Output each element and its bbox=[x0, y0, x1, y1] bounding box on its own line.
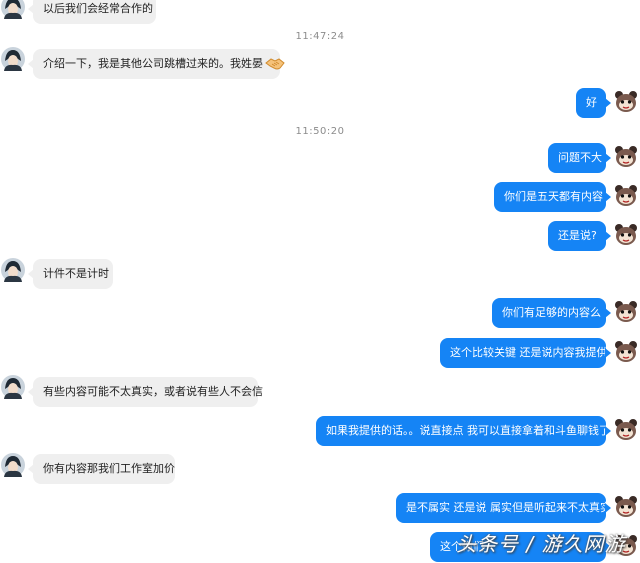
contact-avatar-icon[interactable] bbox=[1, 258, 25, 282]
message-bubble-incoming[interactable]: 你有内容那我们工作室加价 bbox=[28, 454, 175, 484]
user-avatar-icon[interactable] bbox=[614, 145, 638, 169]
message-bubble-outgoing[interactable]: 是不属实 还是说 属实但是听起来不太真实 bbox=[396, 493, 611, 523]
message-bubble-outgoing[interactable]: 好 bbox=[576, 88, 611, 118]
user-avatar-icon[interactable] bbox=[614, 184, 638, 208]
contact-avatar-icon[interactable] bbox=[1, 0, 25, 19]
message-bubble-outgoing[interactable]: 还是说? bbox=[548, 221, 611, 251]
message-bubble-outgoing[interactable]: 如果我提供的话。。说直接点 我可以直接拿着和斗鱼聊钱了 bbox=[316, 416, 611, 446]
user-avatar-icon[interactable] bbox=[614, 340, 638, 364]
contact-avatar-icon[interactable] bbox=[1, 453, 25, 477]
message-text: 好 bbox=[586, 96, 597, 109]
message-text: 是不属实 还是说 属实但是听起来不太真实 bbox=[406, 501, 611, 514]
contact-avatar-icon[interactable] bbox=[1, 375, 25, 399]
timestamp: 11:50:20 bbox=[295, 126, 345, 137]
message-text: 计件不是计时 bbox=[43, 267, 109, 280]
message-bubble-outgoing[interactable]: 你们有足够的内容么 bbox=[492, 298, 611, 328]
message-bubble-incoming[interactable]: 以后我们会经常合作的 bbox=[28, 0, 156, 24]
message-text: 如果我提供的话。。说直接点 我可以直接拿着和斗鱼聊钱了 bbox=[326, 424, 610, 437]
handshake-icon bbox=[265, 58, 285, 70]
timestamp: 11:47:24 bbox=[295, 31, 345, 42]
message-bubble-incoming[interactable]: 计件不是计时 bbox=[28, 259, 113, 289]
message-text: 问题不大 bbox=[558, 151, 602, 164]
message-text: 这个比较关键 还是说内容我提供 bbox=[450, 346, 608, 359]
user-avatar-icon[interactable] bbox=[614, 223, 638, 247]
message-text: 你有内容那我们工作室加价 bbox=[43, 462, 175, 475]
message-bubble-incoming[interactable]: 介绍一下，我是其他公司跳槽过来的。我姓晏 bbox=[28, 49, 285, 79]
user-avatar-icon[interactable] bbox=[614, 418, 638, 442]
message-text: 你们是五天都有内容 bbox=[504, 190, 603, 203]
message-text: 还是说? bbox=[558, 229, 597, 242]
message-text: 以后我们会经常合作的 bbox=[43, 2, 153, 15]
message-text: 有些内容可能不太真实，或者说有些人不会信 bbox=[43, 385, 263, 398]
contact-avatar-icon[interactable] bbox=[1, 47, 25, 71]
user-avatar-icon[interactable] bbox=[614, 495, 638, 519]
message-bubble-incoming[interactable]: 有些内容可能不太真实，或者说有些人不会信 bbox=[28, 377, 263, 407]
message-bubble-outgoing[interactable]: 这个比较关键 还是说内容我提供 bbox=[440, 338, 611, 368]
message-text: 你们有足够的内容么 bbox=[502, 306, 601, 319]
user-avatar-icon[interactable] bbox=[614, 90, 638, 114]
user-avatar-icon[interactable] bbox=[614, 300, 638, 324]
message-bubble-outgoing[interactable]: 问题不大 bbox=[548, 143, 611, 173]
watermark: 头条号 / 游久网游 bbox=[456, 532, 626, 556]
chat-area: 以后我们会经常合作的 11:47:24 介绍一下，我是其他公司跳槽过来的。我姓晏… bbox=[0, 0, 640, 563]
message-bubble-outgoing[interactable]: 你们是五天都有内容 bbox=[494, 182, 611, 212]
message-text: 介绍一下，我是其他公司跳槽过来的。我姓晏 bbox=[43, 57, 263, 70]
